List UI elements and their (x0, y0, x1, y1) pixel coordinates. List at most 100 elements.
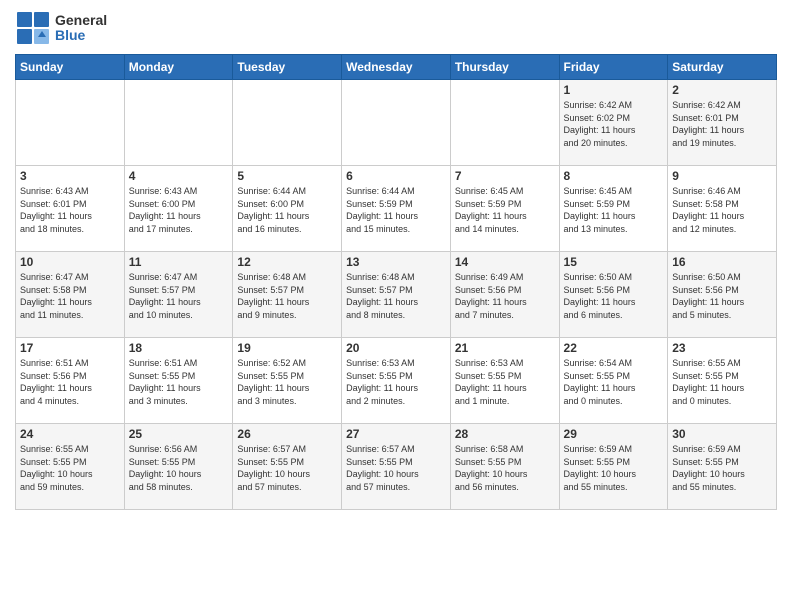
calendar-cell: 18 Sunrise: 6:51 AM Sunset: 5:55 PM Dayli… (124, 338, 233, 424)
calendar-week-row: 17 Sunrise: 6:51 AM Sunset: 5:56 PM Dayli… (16, 338, 777, 424)
calendar-cell: 19 Sunrise: 6:52 AM Sunset: 5:55 PM Dayli… (233, 338, 342, 424)
day-number: 18 (129, 341, 229, 355)
calendar-cell: 25 Sunrise: 6:56 AM Sunset: 5:55 PM Dayli… (124, 424, 233, 510)
day-info: Sunrise: 6:44 AM Sunset: 6:00 PM Dayligh… (237, 185, 337, 235)
day-number: 24 (20, 427, 120, 441)
calendar-cell: 3 Sunrise: 6:43 AM Sunset: 6:01 PM Daylig… (16, 166, 125, 252)
calendar-cell: 2 Sunrise: 6:42 AM Sunset: 6:01 PM Daylig… (668, 80, 777, 166)
weekday-header: Wednesday (342, 55, 451, 80)
day-number: 7 (455, 169, 555, 183)
day-info: Sunrise: 6:59 AM Sunset: 5:55 PM Dayligh… (564, 443, 664, 493)
calendar-cell (233, 80, 342, 166)
calendar-cell: 17 Sunrise: 6:51 AM Sunset: 5:56 PM Dayli… (16, 338, 125, 424)
day-number: 16 (672, 255, 772, 269)
day-info: Sunrise: 6:59 AM Sunset: 5:55 PM Dayligh… (672, 443, 772, 493)
weekday-header: Thursday (450, 55, 559, 80)
day-number: 19 (237, 341, 337, 355)
day-info: Sunrise: 6:49 AM Sunset: 5:56 PM Dayligh… (455, 271, 555, 321)
day-number: 10 (20, 255, 120, 269)
weekday-header: Tuesday (233, 55, 342, 80)
day-number: 23 (672, 341, 772, 355)
logo-general: General (55, 13, 107, 28)
day-info: Sunrise: 6:51 AM Sunset: 5:56 PM Dayligh… (20, 357, 120, 407)
day-number: 3 (20, 169, 120, 183)
day-info: Sunrise: 6:50 AM Sunset: 5:56 PM Dayligh… (564, 271, 664, 321)
day-info: Sunrise: 6:47 AM Sunset: 5:58 PM Dayligh… (20, 271, 120, 321)
day-info: Sunrise: 6:52 AM Sunset: 5:55 PM Dayligh… (237, 357, 337, 407)
calendar-cell: 22 Sunrise: 6:54 AM Sunset: 5:55 PM Dayli… (559, 338, 668, 424)
calendar-cell: 11 Sunrise: 6:47 AM Sunset: 5:57 PM Dayli… (124, 252, 233, 338)
calendar-cell (342, 80, 451, 166)
calendar-cell: 7 Sunrise: 6:45 AM Sunset: 5:59 PM Daylig… (450, 166, 559, 252)
day-info: Sunrise: 6:43 AM Sunset: 6:01 PM Dayligh… (20, 185, 120, 235)
day-info: Sunrise: 6:42 AM Sunset: 6:02 PM Dayligh… (564, 99, 664, 149)
day-info: Sunrise: 6:53 AM Sunset: 5:55 PM Dayligh… (346, 357, 446, 407)
page: General Blue SundayMondayTuesdayWednesda… (0, 0, 792, 612)
day-info: Sunrise: 6:56 AM Sunset: 5:55 PM Dayligh… (129, 443, 229, 493)
day-number: 9 (672, 169, 772, 183)
day-number: 27 (346, 427, 446, 441)
logo-blue: Blue (55, 28, 107, 43)
day-number: 1 (564, 83, 664, 97)
day-number: 14 (455, 255, 555, 269)
calendar-cell: 20 Sunrise: 6:53 AM Sunset: 5:55 PM Dayli… (342, 338, 451, 424)
day-number: 2 (672, 83, 772, 97)
calendar-cell: 15 Sunrise: 6:50 AM Sunset: 5:56 PM Dayli… (559, 252, 668, 338)
calendar-cell (16, 80, 125, 166)
calendar-cell: 6Sunrise: 6:44 AM Sunset: 5:59 PM Daylig… (342, 166, 451, 252)
day-info: Sunrise: 6:51 AM Sunset: 5:55 PM Dayligh… (129, 357, 229, 407)
day-number: 5 (237, 169, 337, 183)
calendar-cell: 12 Sunrise: 6:48 AM Sunset: 5:57 PM Dayli… (233, 252, 342, 338)
calendar-cell (124, 80, 233, 166)
day-info: Sunrise: 6:45 AM Sunset: 5:59 PM Dayligh… (455, 185, 555, 235)
day-number: 17 (20, 341, 120, 355)
day-number: 12 (237, 255, 337, 269)
logo-text: General Blue (55, 13, 107, 44)
day-info: Sunrise: 6:54 AM Sunset: 5:55 PM Dayligh… (564, 357, 664, 407)
day-info: Sunrise: 6:55 AM Sunset: 5:55 PM Dayligh… (20, 443, 120, 493)
day-info: Sunrise: 6:48 AM Sunset: 5:57 PM Dayligh… (237, 271, 337, 321)
day-number: 8 (564, 169, 664, 183)
day-info: Sunrise: 6:43 AM Sunset: 6:00 PM Dayligh… (129, 185, 229, 235)
calendar-cell: 10 Sunrise: 6:47 AM Sunset: 5:58 PM Dayli… (16, 252, 125, 338)
day-info: Sunrise: 6:47 AM Sunset: 5:57 PM Dayligh… (129, 271, 229, 321)
day-number: 20 (346, 341, 446, 355)
calendar-cell: 30Sunrise: 6:59 AM Sunset: 5:55 PM Dayli… (668, 424, 777, 510)
calendar-cell: 5 Sunrise: 6:44 AM Sunset: 6:00 PM Daylig… (233, 166, 342, 252)
day-number: 26 (237, 427, 337, 441)
calendar-week-row: 24 Sunrise: 6:55 AM Sunset: 5:55 PM Dayli… (16, 424, 777, 510)
weekday-header: Saturday (668, 55, 777, 80)
calendar-week-row: 1 Sunrise: 6:42 AM Sunset: 6:02 PM Daylig… (16, 80, 777, 166)
day-info: Sunrise: 6:50 AM Sunset: 5:56 PM Dayligh… (672, 271, 772, 321)
logo-svg-icon (15, 10, 51, 46)
weekday-header: Friday (559, 55, 668, 80)
day-info: Sunrise: 6:44 AM Sunset: 5:59 PM Dayligh… (346, 185, 446, 235)
calendar-cell: 14 Sunrise: 6:49 AM Sunset: 5:56 PM Dayli… (450, 252, 559, 338)
day-number: 13 (346, 255, 446, 269)
calendar-cell (450, 80, 559, 166)
calendar-cell: 28 Sunrise: 6:58 AM Sunset: 5:55 PM Dayli… (450, 424, 559, 510)
day-number: 22 (564, 341, 664, 355)
weekday-header-row: SundayMondayTuesdayWednesdayThursdayFrid… (16, 55, 777, 80)
calendar: SundayMondayTuesdayWednesdayThursdayFrid… (15, 54, 777, 510)
day-number: 28 (455, 427, 555, 441)
day-info: Sunrise: 6:57 AM Sunset: 5:55 PM Dayligh… (237, 443, 337, 493)
calendar-cell: 27Sunrise: 6:57 AM Sunset: 5:55 PM Dayli… (342, 424, 451, 510)
day-number: 21 (455, 341, 555, 355)
calendar-cell: 9Sunrise: 6:46 AM Sunset: 5:58 PM Daylig… (668, 166, 777, 252)
calendar-week-row: 10 Sunrise: 6:47 AM Sunset: 5:58 PM Dayli… (16, 252, 777, 338)
day-info: Sunrise: 6:45 AM Sunset: 5:59 PM Dayligh… (564, 185, 664, 235)
calendar-cell: 16 Sunrise: 6:50 AM Sunset: 5:56 PM Dayli… (668, 252, 777, 338)
day-info: Sunrise: 6:48 AM Sunset: 5:57 PM Dayligh… (346, 271, 446, 321)
calendar-cell: 21 Sunrise: 6:53 AM Sunset: 5:55 PM Dayli… (450, 338, 559, 424)
calendar-week-row: 3 Sunrise: 6:43 AM Sunset: 6:01 PM Daylig… (16, 166, 777, 252)
day-info: Sunrise: 6:58 AM Sunset: 5:55 PM Dayligh… (455, 443, 555, 493)
day-number: 29 (564, 427, 664, 441)
day-number: 15 (564, 255, 664, 269)
day-info: Sunrise: 6:42 AM Sunset: 6:01 PM Dayligh… (672, 99, 772, 149)
day-number: 11 (129, 255, 229, 269)
weekday-header: Monday (124, 55, 233, 80)
calendar-cell: 23Sunrise: 6:55 AM Sunset: 5:55 PM Dayli… (668, 338, 777, 424)
day-number: 25 (129, 427, 229, 441)
day-info: Sunrise: 6:53 AM Sunset: 5:55 PM Dayligh… (455, 357, 555, 407)
